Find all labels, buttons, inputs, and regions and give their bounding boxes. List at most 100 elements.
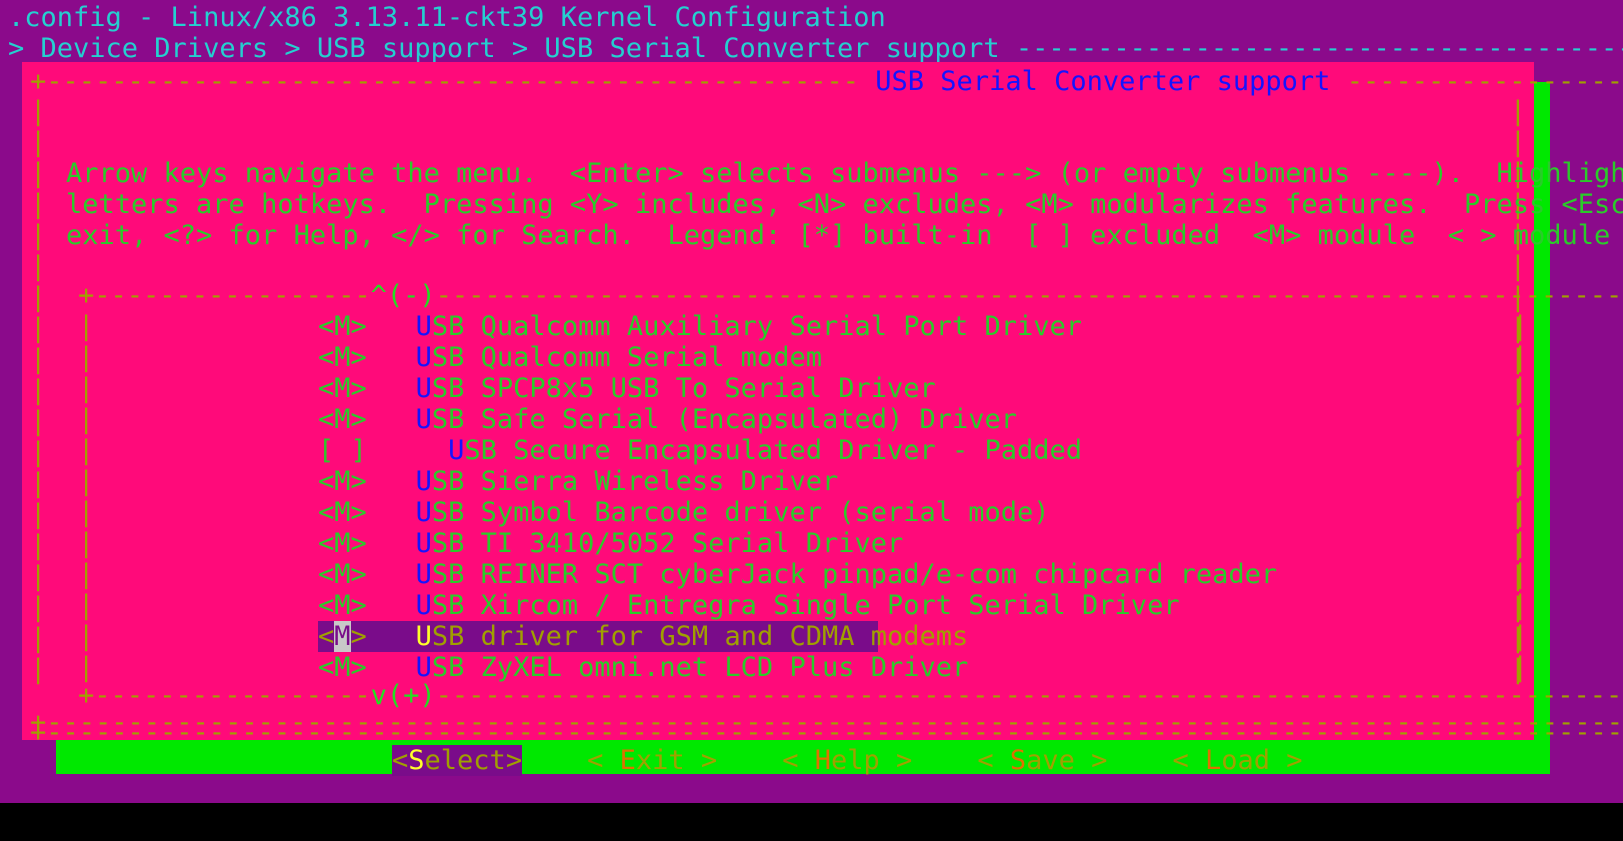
button-open-bracket: < (977, 745, 1010, 776)
menu-items: <M> USB Qualcomm Auxiliary Serial Port D… (318, 311, 1277, 683)
bottom-strip (0, 803, 1623, 822)
menu-item-hotkey: U (415, 404, 432, 435)
help-line-1: Arrow keys navigate the menu. <Enter> se… (66, 158, 1623, 189)
cursor-block: M (334, 621, 351, 652)
scroll-up-icon[interactable]: ^(-) (371, 280, 436, 311)
menu-item-hotkey: U (415, 373, 432, 404)
menu-item-state[interactable]: [ ] (318, 435, 367, 466)
menu-item[interactable]: <M> USB Qualcomm Auxiliary Serial Port D… (318, 311, 1082, 342)
menu-item-state[interactable]: <M> (318, 621, 367, 652)
menu-item[interactable]: <M> USB ZyXEL omni.net LCD Plus Driver (318, 652, 968, 683)
button-hotkey: S (408, 745, 425, 776)
menu-item-state[interactable]: <M> (318, 559, 367, 590)
menu-item-label: SB Qualcomm Auxiliary Serial Port Driver (431, 311, 1083, 342)
menu-item-label: SB Secure Encapsulated Driver - Padded (464, 435, 1083, 466)
menu-item-state[interactable]: <M> (318, 373, 367, 404)
config-title: .config - Linux/x86 3.13.11-ckt39 Kernel… (8, 2, 886, 33)
menu-item-hotkey: U (415, 528, 432, 559)
menu-item-label: SB REINER SCT cyberJack pinpad/e-com chi… (431, 559, 1278, 590)
button-hotkey: E (619, 745, 636, 776)
menu-item-hotkey: U (415, 311, 432, 342)
menu-item-label: SB SPCP8x5 USB To Serial Driver (431, 373, 936, 404)
menu-item[interactable]: <M> USB Sierra Wireless Driver (318, 466, 878, 497)
menu-item-gap (367, 373, 416, 404)
menu-list-box: +-----------------^(-)------------------… (78, 280, 1623, 711)
button-gap (912, 745, 977, 776)
menu-item-state[interactable]: <M> (318, 497, 367, 528)
button-hotkey: H (814, 745, 831, 776)
menu-item-state[interactable]: <M> (318, 590, 367, 621)
button-close-bracket: > (896, 745, 913, 776)
menu-item-hotkey: U (415, 497, 432, 528)
menu-item[interactable]: <M> USB SPCP8x5 USB To Serial Driver (318, 373, 936, 404)
menu-item[interactable]: [ ] USB Secure Encapsulated Driver - Pad… (318, 435, 1082, 466)
button-open-bracket: < (392, 745, 409, 776)
menu-item[interactable]: <M> USB driver for GSM and CDMA modems (318, 621, 968, 652)
breadcrumb: > Device Drivers > USB support > USB Ser… (8, 33, 1623, 64)
menu-item-label: SB driver for GSM and CDMA modems (431, 621, 969, 652)
menu-item-label: SB Sierra Wireless Driver (431, 466, 839, 497)
button-gap (717, 745, 782, 776)
button-help[interactable]: < Help > (782, 745, 912, 776)
help-line-3: exit, <?> for Help, </> for Search. Lege… (66, 220, 1623, 251)
menu-item-hotkey: U (415, 466, 432, 497)
menu-item-hotkey: U (415, 559, 432, 590)
help-text: Arrow keys navigate the menu. <Enter> se… (66, 158, 1623, 251)
menu-item[interactable]: <M> USB Qualcomm Serial modem (318, 342, 878, 373)
button-close-bracket: > (505, 745, 523, 776)
menu-item-state[interactable]: <M> (318, 466, 367, 497)
menu-item-state[interactable]: <M> (318, 342, 367, 373)
menu-item-gap (367, 311, 416, 342)
menu-item-gap (367, 621, 416, 652)
breadcrumb-path[interactable]: > Device Drivers > USB support > USB Ser… (8, 33, 1016, 64)
button-hotkey: L (1204, 745, 1222, 776)
button-open-bracket: < (587, 745, 620, 776)
menu-item-hotkey: U (448, 435, 465, 466)
menu-item-state[interactable]: <M> (318, 652, 367, 683)
help-line-2: letters are hotkeys. Pressing <Y> includ… (66, 189, 1623, 220)
menu-item[interactable]: <M> USB TI 3410/5052 Serial Driver (318, 528, 903, 559)
menu-item[interactable]: <M> USB REINER SCT cyberJack pinpad/e-co… (318, 559, 1277, 590)
dialog-top-border: +---------------------------------------… (30, 66, 1623, 97)
terminal-canvas: .config - Linux/x86 3.13.11-ckt39 Kernel… (0, 0, 1623, 822)
menu-item-hotkey: U (415, 652, 432, 683)
menu-item-state[interactable]: <M> (318, 528, 367, 559)
button-load[interactable]: < Load > (1172, 745, 1302, 776)
menu-item-gap (367, 404, 416, 435)
menu-item-gap (367, 559, 416, 590)
menu-item[interactable]: <M> USB Xircom / Entregra Single Port Se… (318, 590, 1180, 621)
menu-item[interactable]: <M> USB Symbol Barcode driver (serial mo… (318, 497, 1050, 528)
menu-item-gap (367, 590, 416, 621)
dialog-bottom-border: +---------------------------------------… (30, 707, 1623, 738)
button-exit[interactable]: < Exit > (587, 745, 717, 776)
menuconfig-dialog: +----------------- ----------------------… (22, 62, 1623, 776)
button-close-bracket: > (1091, 745, 1108, 776)
button-save[interactable]: < Save > (977, 745, 1107, 776)
menu-item-state[interactable]: <M> (318, 311, 367, 342)
menu-item-gap (367, 342, 416, 373)
button-close-bracket: > (700, 745, 718, 776)
button-bar: <Select> < Exit > < Help > < Save > < Lo… (392, 745, 1303, 776)
menu-item-gap (367, 466, 416, 497)
menu-item-gap (367, 652, 416, 683)
menu-item-label: SB Xircom / Entregra Single Port Serial … (431, 590, 1180, 621)
scroll-up-rule-left: +----------------- (78, 280, 371, 311)
menu-scroll-up-border: +-----------------^(-)------------------… (78, 280, 1623, 311)
button-hotkey: S (1009, 745, 1027, 776)
menu-item-state[interactable]: <M> (318, 404, 367, 435)
button-close-bracket: > (1286, 745, 1303, 776)
menu-item-hotkey: U (415, 342, 432, 373)
button-label: oad (1221, 745, 1287, 776)
menu-item-gap (367, 435, 448, 466)
button-open-bracket: < (782, 745, 815, 776)
menu-item-label: SB ZyXEL omni.net LCD Plus Driver (431, 652, 969, 683)
button-label: elp (831, 745, 897, 776)
top-border-right: ----------------------------------------… (1346, 66, 1623, 97)
menu-item[interactable]: <M> USB Safe Serial (Encapsulated) Drive… (318, 404, 1017, 435)
menu-item-hotkey: U (415, 621, 432, 652)
button-gap (1107, 745, 1172, 776)
button-select[interactable]: <Select> (392, 745, 523, 776)
menu-item-gap (367, 528, 416, 559)
button-label: elect (424, 745, 506, 776)
menu-item-label: SB Safe Serial (Encapsulated) Driver (431, 404, 1018, 435)
